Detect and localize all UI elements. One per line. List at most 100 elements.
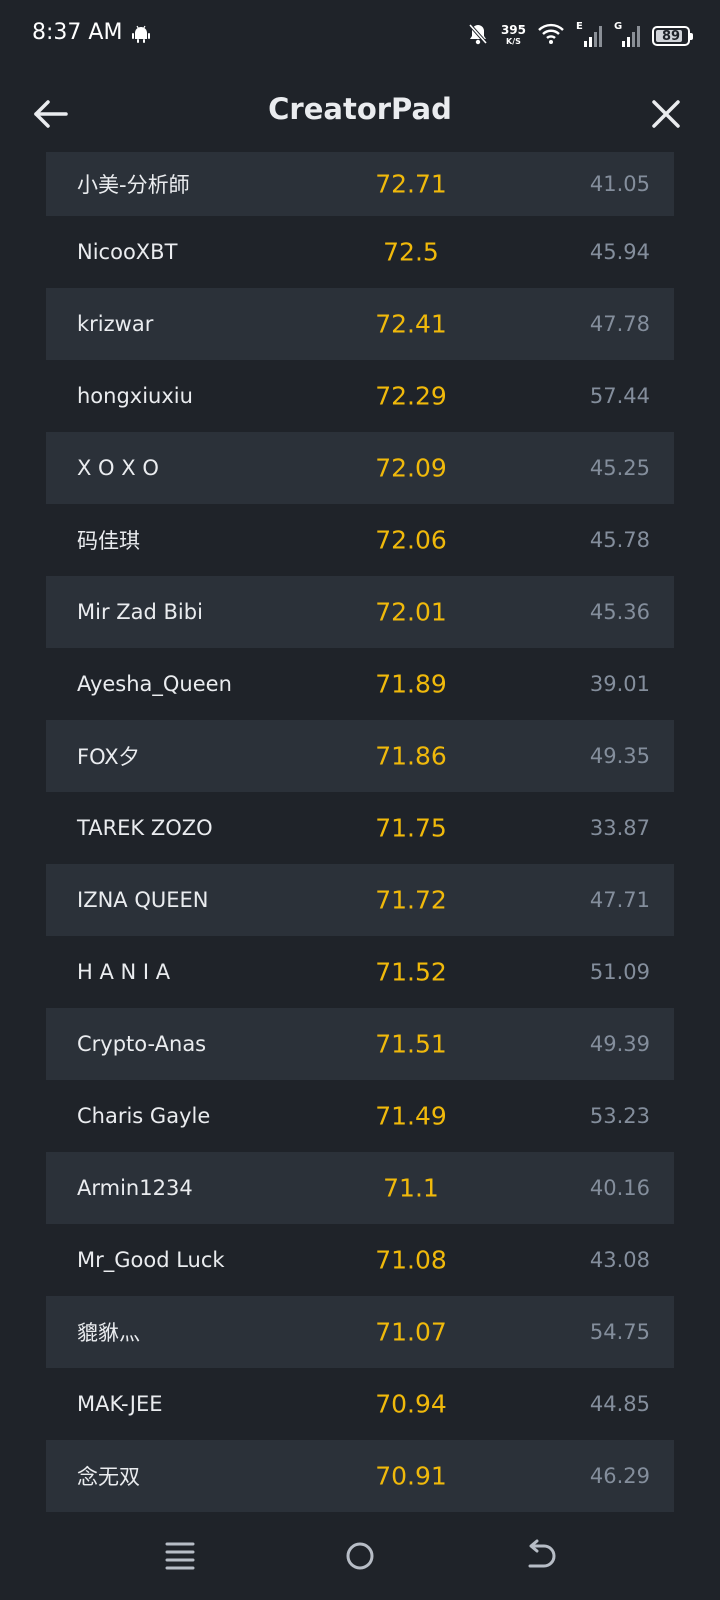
menu-button[interactable]: [158, 1534, 202, 1578]
creator-score: 70.91: [375, 1461, 447, 1491]
creator-secondary-score: 47.78: [589, 312, 650, 336]
creator-secondary-score: 45.78: [589, 528, 650, 552]
home-icon: [346, 1542, 374, 1570]
creator-score: 72.5: [383, 237, 439, 267]
wifi-icon: [538, 23, 564, 49]
creator-name: NicooXBT: [77, 240, 178, 264]
creator-name: Crypto-Anas: [77, 1032, 207, 1056]
system-nav-bar: [0, 1520, 720, 1600]
leaderboard-row[interactable]: 码佳琪 72.06 45.78: [46, 504, 674, 576]
creator-name: 貔貅灬: [77, 1321, 140, 1345]
battery-icon: 89: [652, 26, 693, 46]
leaderboard-row[interactable]: FOX夕 71.86 49.35: [46, 720, 674, 792]
creator-secondary-score: 39.01: [589, 672, 650, 696]
status-bar: 8:37 AM 395 K/S E G 89: [0, 0, 720, 72]
creator-secondary-score: 45.36: [589, 600, 650, 624]
leaderboard-list[interactable]: 小美-分析師 72.71 41.05 NicooXBT 72.5 45.94 krizwar…: [46, 152, 674, 1512]
creator-name: 小美-分析師: [77, 173, 190, 197]
creator-score: 71.72: [375, 885, 447, 915]
creator-score: 71.52: [375, 957, 447, 987]
creator-name: X O X O: [77, 456, 159, 480]
creator-secondary-score: 57.44: [589, 384, 650, 408]
signal-icon: E: [576, 21, 602, 49]
creator-secondary-score: 45.94: [589, 240, 650, 264]
leaderboard-row[interactable]: Ayesha_Queen 71.89 39.01: [46, 648, 674, 720]
creator-score: 71.1: [383, 1173, 439, 1203]
creator-score: 70.94: [375, 1389, 447, 1419]
creator-name: 码佳琪: [77, 529, 140, 553]
creator-secondary-score: 47.71: [589, 888, 650, 912]
creator-score: 72.01: [375, 597, 447, 627]
creator-name: Mr_Good Luck: [77, 1248, 225, 1272]
creator-score: 71.89: [375, 669, 447, 699]
notifications-off-icon: [467, 22, 489, 50]
leaderboard-row[interactable]: Mr_Good Luck 71.08 43.08: [46, 1224, 674, 1296]
android-icon: [131, 24, 151, 44]
leaderboard-row[interactable]: Charis Gayle 71.49 53.23: [46, 1080, 674, 1152]
leaderboard-row[interactable]: 貔貅灬 71.07 54.75: [46, 1296, 674, 1368]
creator-secondary-score: 49.35: [589, 744, 650, 768]
leaderboard-row[interactable]: X O X O 72.09 45.25: [46, 432, 674, 504]
leaderboard-row[interactable]: hongxiuxiu 72.29 57.44: [46, 360, 674, 432]
creator-name: krizwar: [77, 312, 154, 336]
creator-score: 71.86: [375, 741, 447, 771]
creator-name: IZNA QUEEN: [77, 888, 209, 912]
leaderboard-row[interactable]: TAREK ZOZO 71.75 33.87: [46, 792, 674, 864]
creator-secondary-score: 43.08: [589, 1248, 650, 1272]
creator-secondary-score: 53.23: [589, 1104, 650, 1128]
leaderboard-row[interactable]: NicooXBT 72.5 45.94: [46, 216, 674, 288]
page-title: CreatorPad: [268, 92, 452, 126]
signal-icon: G: [614, 21, 640, 49]
status-time: 8:37 AM: [32, 20, 123, 45]
creator-secondary-score: 46.29: [589, 1464, 650, 1488]
creator-name: hongxiuxiu: [77, 384, 193, 408]
creator-secondary-score: 51.09: [589, 960, 650, 984]
leaderboard-row[interactable]: Mir Zad Bibi 72.01 45.36: [46, 576, 674, 648]
creator-score: 72.09: [375, 453, 447, 483]
creator-name: Ayesha_Queen: [77, 672, 232, 696]
leaderboard-row[interactable]: krizwar 72.41 47.78: [46, 288, 674, 360]
creator-secondary-score: 44.85: [589, 1392, 650, 1416]
creator-score: 72.06: [375, 525, 447, 555]
creator-name: 念无双: [77, 1465, 140, 1489]
battery-level: 89: [661, 28, 681, 44]
creator-name: FOX夕: [77, 745, 140, 769]
nav-back-button[interactable]: [518, 1534, 562, 1578]
creator-secondary-score: 54.75: [589, 1320, 650, 1344]
creator-name: TAREK ZOZO: [77, 816, 213, 840]
net-speed-value: 395: [500, 23, 526, 37]
leaderboard-row[interactable]: H A N I A 71.52 51.09: [46, 936, 674, 1008]
home-button[interactable]: [338, 1534, 382, 1578]
creator-score: 72.29: [375, 381, 447, 411]
leaderboard-row[interactable]: 念无双 70.91 46.29: [46, 1440, 674, 1512]
creator-score: 71.08: [375, 1245, 447, 1275]
signal-type-1: E: [576, 21, 583, 32]
back-icon: [528, 1539, 556, 1568]
net-speed-unit: K/S: [506, 37, 521, 46]
creator-score: 71.51: [375, 1029, 447, 1059]
creator-score: 71.49: [375, 1101, 447, 1131]
creator-score: 72.41: [375, 309, 447, 339]
creator-secondary-score: 45.25: [589, 456, 650, 480]
signal-type-2: G: [614, 21, 623, 32]
leaderboard-row[interactable]: MAK-JEE 70.94 44.85: [46, 1368, 674, 1440]
creator-secondary-score: 49.39: [589, 1032, 650, 1056]
creator-name: Charis Gayle: [77, 1104, 211, 1128]
creator-name: H A N I A: [77, 960, 171, 984]
net-speed: 395 K/S: [500, 23, 526, 47]
close-icon: [652, 100, 680, 128]
leaderboard-row[interactable]: Armin1234 71.1 40.16: [46, 1152, 674, 1224]
creator-secondary-score: 41.05: [589, 172, 650, 196]
creator-score: 71.75: [375, 813, 447, 843]
close-button[interactable]: [644, 92, 688, 136]
creator-name: MAK-JEE: [77, 1392, 163, 1416]
leaderboard-row[interactable]: IZNA QUEEN 71.72 47.71: [46, 864, 674, 936]
leaderboard-row[interactable]: Crypto-Anas 71.51 49.39: [46, 1008, 674, 1080]
creator-score: 72.71: [375, 169, 447, 199]
creator-name: Armin1234: [77, 1176, 193, 1200]
leaderboard-row[interactable]: 小美-分析師 72.71 41.05: [46, 152, 674, 216]
creator-score: 71.07: [375, 1317, 447, 1347]
creator-secondary-score: 33.87: [589, 816, 650, 840]
status-indicators: 395 K/S E G 89: [455, 20, 693, 52]
creator-secondary-score: 40.16: [589, 1176, 650, 1200]
